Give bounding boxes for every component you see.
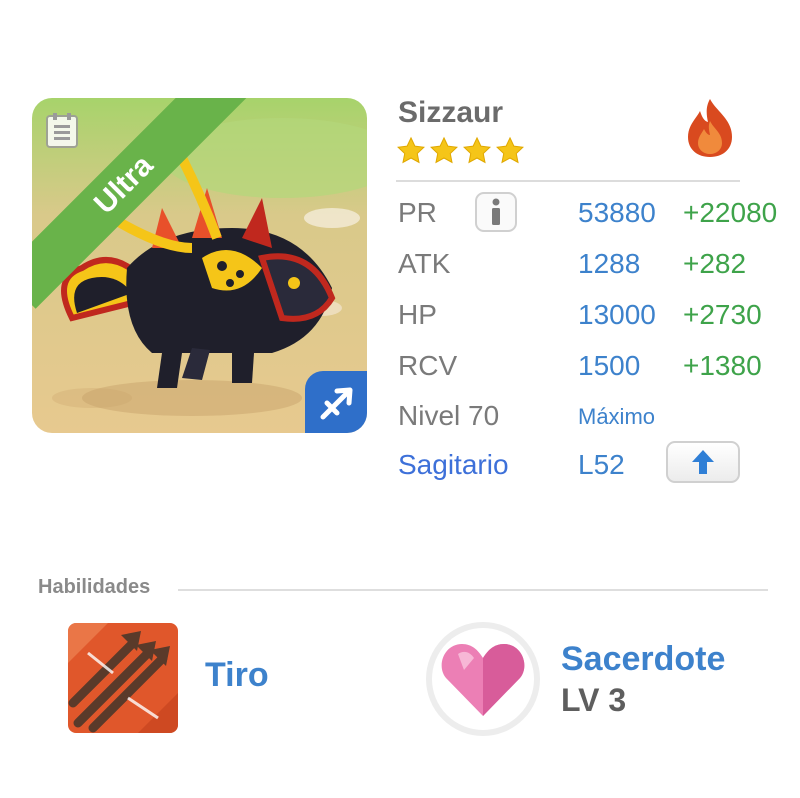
level-label: Nivel 70 bbox=[398, 400, 500, 431]
stat-label-hp: HP bbox=[398, 299, 437, 330]
skills-section-title: Habilidades bbox=[38, 576, 151, 598]
zodiac-badge bbox=[305, 371, 367, 433]
level-max-value: Máximo bbox=[578, 404, 656, 429]
star-icon bbox=[463, 136, 491, 164]
stat-bonus-hp: +2730 bbox=[683, 299, 762, 330]
stat-value-rcv: 1500 bbox=[578, 350, 641, 381]
zodiac-upgrade-button[interactable] bbox=[666, 441, 740, 483]
star-icon bbox=[397, 136, 425, 164]
skill-name[interactable]: Tiro bbox=[205, 656, 269, 695]
header-divider bbox=[396, 180, 740, 182]
star-rating bbox=[396, 136, 525, 166]
stat-value-hp: 13000 bbox=[578, 299, 656, 330]
stat-label-pr: PR bbox=[398, 197, 437, 228]
sagittarius-arrow-icon bbox=[320, 387, 353, 420]
stat-value-pr: 53880 bbox=[578, 197, 656, 228]
monster-name: Sizzaur bbox=[398, 96, 504, 129]
heart-icon bbox=[441, 644, 525, 716]
class-button[interactable] bbox=[426, 622, 540, 736]
zodiac-link[interactable]: Sagitario bbox=[398, 449, 509, 481]
stat-bonus-pr: +22080 bbox=[683, 197, 778, 228]
monster-portrait[interactable]: Ultra bbox=[32, 98, 367, 433]
info-icon bbox=[492, 198, 500, 225]
star-icon bbox=[496, 136, 524, 164]
fire-icon bbox=[688, 99, 732, 157]
stat-label-atk: ATK bbox=[398, 248, 451, 279]
class-name[interactable]: Sacerdote bbox=[561, 640, 725, 679]
info-button[interactable] bbox=[475, 192, 517, 232]
skills-divider bbox=[178, 589, 768, 591]
stat-value-atk: 1288 bbox=[578, 248, 641, 279]
class-level: LV 3 bbox=[561, 682, 627, 718]
arrows-icon bbox=[68, 623, 178, 733]
star-icon bbox=[430, 136, 458, 164]
skill-button[interactable] bbox=[68, 623, 178, 733]
zodiac-level: L52 bbox=[578, 449, 625, 480]
book-icon[interactable] bbox=[44, 112, 82, 150]
stat-label-rcv: RCV bbox=[398, 350, 458, 381]
arrow-up-icon bbox=[692, 450, 714, 474]
stat-bonus-atk: +282 bbox=[683, 248, 747, 279]
stat-bonus-rcv: +1380 bbox=[683, 350, 762, 381]
